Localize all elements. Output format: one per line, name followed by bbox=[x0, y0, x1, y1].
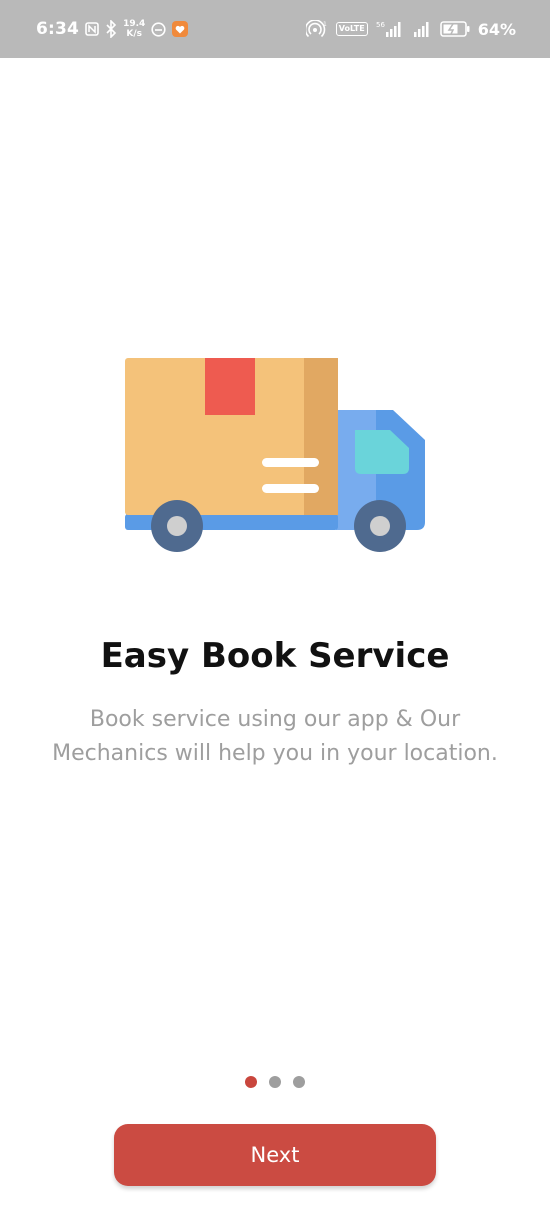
network-speed-unit: K/s bbox=[126, 29, 143, 39]
onboarding-title: Easy Book Service bbox=[100, 636, 450, 676]
status-bar-left: 6:34 19.4 K/s bbox=[36, 0, 189, 58]
network-speed-value: 19.4 bbox=[123, 19, 146, 29]
hotspot-icon: 1 bbox=[305, 20, 328, 38]
status-bar: 6:34 19.4 K/s 1 VoLTE 56 64% bbox=[0, 0, 550, 58]
svg-text:56: 56 bbox=[376, 21, 385, 29]
delivery-truck-icon bbox=[125, 358, 425, 552]
truck-wheel-front bbox=[354, 500, 406, 552]
page-indicator-dot-2[interactable] bbox=[269, 1076, 281, 1088]
cargo-box bbox=[125, 358, 338, 515]
signal-strength-sim1-icon: 56 bbox=[376, 20, 404, 38]
next-button[interactable]: Next bbox=[114, 1124, 436, 1186]
app-notification-icon bbox=[151, 21, 166, 37]
battery-charging-icon bbox=[439, 21, 470, 37]
page-indicator-dot-3[interactable] bbox=[293, 1076, 305, 1088]
page-indicator bbox=[0, 1076, 550, 1088]
svg-text:1: 1 bbox=[323, 21, 327, 28]
status-bar-right: 1 VoLTE 56 64% bbox=[305, 0, 516, 58]
page-indicator-dot-1[interactable] bbox=[245, 1076, 257, 1088]
battery-percent: 64% bbox=[477, 19, 516, 39]
bluetooth-icon bbox=[105, 20, 117, 38]
orange-app-icon bbox=[172, 21, 189, 37]
signal-strength-sim2-icon bbox=[412, 20, 432, 38]
truck-wheel-rear bbox=[151, 500, 203, 552]
onboarding-description: Book service using our app & Our Mechani… bbox=[52, 707, 498, 766]
volte-badge: VoLTE bbox=[335, 22, 368, 36]
network-speed: 19.4 K/s bbox=[123, 19, 145, 39]
nfc-icon bbox=[85, 22, 99, 36]
status-time: 6:34 bbox=[36, 19, 80, 39]
